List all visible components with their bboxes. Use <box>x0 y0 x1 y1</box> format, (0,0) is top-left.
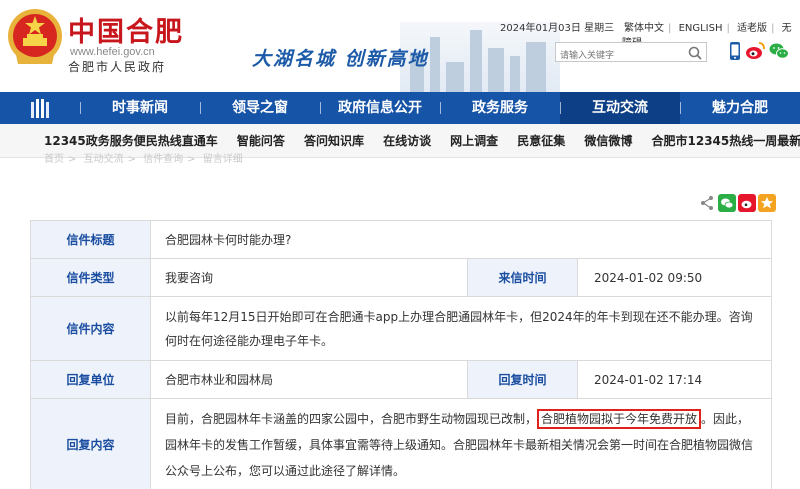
slogan: 大湖名城 创新高地 <box>252 48 429 70</box>
search-box <box>555 42 707 65</box>
site-name[interactable]: 中国合肥 <box>68 10 184 49</box>
letter-type: 我要咨询 <box>150 258 468 297</box>
title-label: 信件标题 <box>30 220 151 259</box>
nav-gov-info[interactable]: 政府信息公开 <box>320 92 440 124</box>
wechat-icon[interactable] <box>768 40 790 62</box>
subnav-wechat-weibo[interactable]: 微信微博 <box>584 124 632 157</box>
share-icon[interactable] <box>698 194 716 212</box>
subnav-opinion-collection[interactable]: 民意征集 <box>517 124 565 157</box>
site-url: www.hefei.gov.cn <box>70 46 155 58</box>
home-nav-button[interactable] <box>0 92 80 124</box>
site-subtitle: 合肥市人民政府 <box>68 60 167 74</box>
breadcrumb-letter-query[interactable]: 信件查询 <box>143 154 183 165</box>
reply-content-label: 回复内容 <box>30 398 151 489</box>
wechat-share-icon[interactable] <box>718 194 736 212</box>
nav-gov-services[interactable]: 政务服务 <box>440 92 560 124</box>
search-icon[interactable] <box>687 45 703 61</box>
nav-charm-hefei[interactable]: 魅力合肥 <box>680 92 800 124</box>
breadcrumb: 首页 > 互动交流 > 信件查询 > 留言详细 <box>44 154 243 165</box>
letter-detail-table: 信件标题 合肥园林卡何时能办理? 信件类型 我要咨询 来信时间 2024-01-… <box>30 220 772 489</box>
english-link[interactable]: ENGLISH <box>679 23 723 34</box>
breadcrumb-interaction[interactable]: 互动交流 <box>84 154 124 165</box>
subnav-online-interview[interactable]: 在线访谈 <box>383 124 431 157</box>
nav-leaders[interactable]: 领导之窗 <box>200 92 320 124</box>
elderly-version-link[interactable]: 适老版 <box>737 23 767 34</box>
nav-interaction[interactable]: 互动交流 <box>560 92 680 124</box>
letter-title: 合肥园林卡何时能办理? <box>150 220 772 259</box>
sent-time-label: 来信时间 <box>467 258 578 297</box>
current-date: 2024年01月03日 星期三 <box>500 23 615 34</box>
favorite-icon[interactable] <box>758 194 776 212</box>
subnav-knowledge-base[interactable]: 答问知识库 <box>304 124 364 157</box>
main-nav: 时事新闻 领导之窗 政府信息公开 政务服务 互动交流 魅力合肥 <box>0 92 800 124</box>
national-emblem-icon <box>8 9 62 64</box>
letter-content: 以前每年12月15日开始即可在合肥通卡app上办理合肥通园林年卡，但2024年的… <box>150 296 772 361</box>
reply-unit: 合肥市林业和园林局 <box>150 360 468 399</box>
site-header: 中国合肥 www.hefei.gov.cn 合肥市人民政府 大湖名城 创新高地 … <box>0 0 800 92</box>
home-building-icon <box>31 99 49 118</box>
sent-time: 2024-01-02 09:50 <box>577 258 772 297</box>
reply-content: 目前，合肥园林年卡涵盖的四家公园中，合肥市野生动物园现已改制， 合肥植物园拟于今年… <box>150 398 772 489</box>
subnav-weekly-response[interactable]: 合肥市12345热线一周最新回应 <box>652 124 800 157</box>
traditional-chinese-link[interactable]: 繁体中文 <box>624 23 664 34</box>
reply-highlight: 合肥植物园拟于今年免费开放 <box>537 408 702 429</box>
reply-time-label: 回复时间 <box>467 360 578 399</box>
subnav-online-survey[interactable]: 网上调查 <box>450 124 498 157</box>
mobile-icon[interactable] <box>724 40 746 62</box>
reply-part-1: 目前，合肥园林年卡涵盖的四家公园中，合肥市野生动物园现已改制， <box>165 411 538 426</box>
reply-unit-label: 回复单位 <box>30 360 151 399</box>
nav-news[interactable]: 时事新闻 <box>80 92 200 124</box>
type-label: 信件类型 <box>30 258 151 297</box>
weibo-icon[interactable] <box>744 40 766 62</box>
breadcrumb-home[interactable]: 首页 <box>44 154 64 165</box>
reply-time: 2024-01-02 17:14 <box>577 360 772 399</box>
weibo-share-icon[interactable] <box>738 194 756 212</box>
breadcrumb-detail: 留言详细 <box>202 154 243 165</box>
search-input[interactable] <box>556 47 681 65</box>
header-icons <box>720 40 795 64</box>
content-label: 信件内容 <box>30 296 151 361</box>
